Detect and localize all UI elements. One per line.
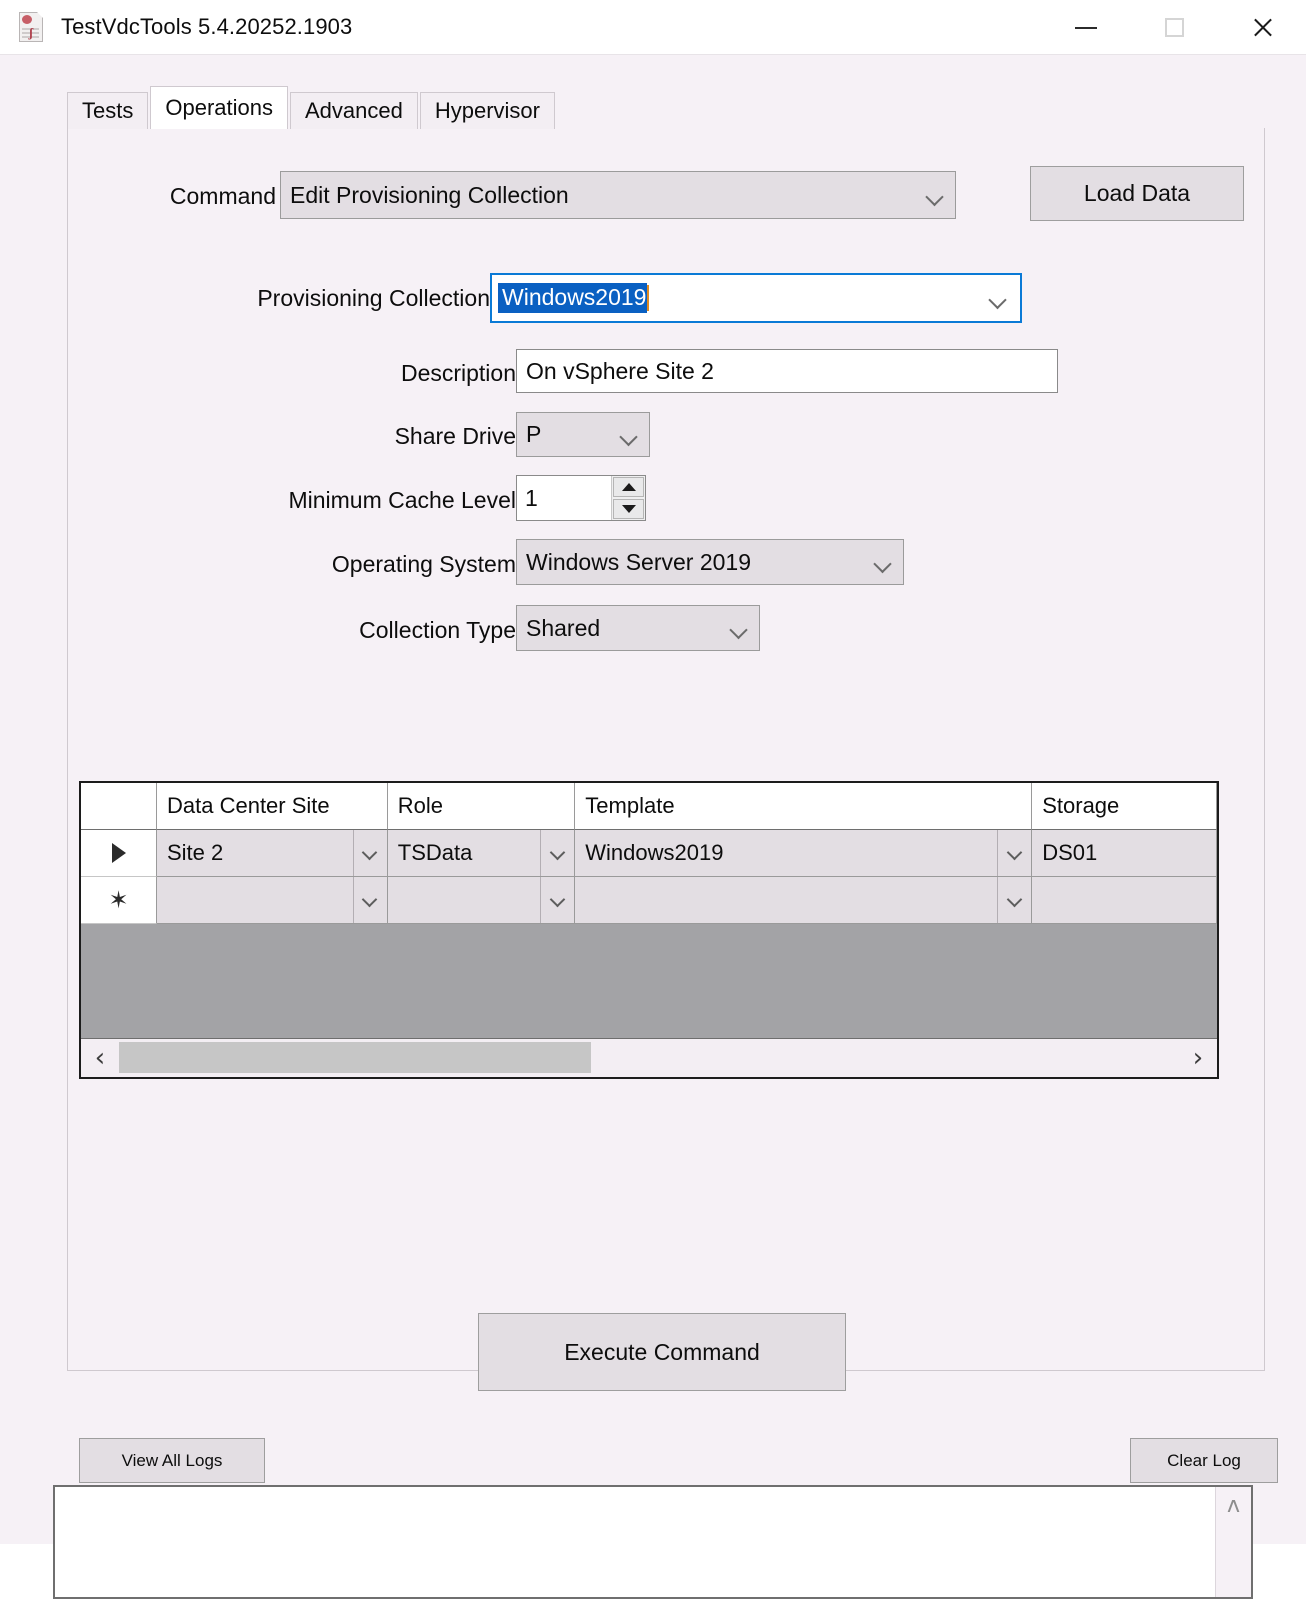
operating-system-value: Windows Server 2019 — [526, 548, 751, 575]
chevron-down-icon — [621, 430, 637, 439]
clear-log-button[interactable]: Clear Log — [1130, 1438, 1278, 1483]
table-row[interactable]: Site 2 TSData Windows2019 DS01 — [81, 830, 1217, 877]
description-input[interactable]: On vSphere Site 2 — [516, 349, 1058, 393]
table-row[interactable]: ✶ — [81, 877, 1217, 924]
grid-cell-template[interactable]: Windows2019 — [575, 830, 1033, 877]
command-label: Command — [169, 183, 276, 209]
chevron-down-icon — [363, 849, 377, 857]
scrollbar-track[interactable] — [119, 1039, 1179, 1077]
provisioning-collection-label: Provisioning Collection — [257, 285, 490, 311]
stepper-up-button[interactable] — [613, 477, 644, 497]
triangle-down-icon — [621, 505, 636, 513]
tab-strip: Tests Operations Advanced Hypervisor — [67, 86, 1265, 129]
scroll-right-button[interactable]: › — [1179, 1039, 1217, 1077]
chevron-down-icon — [551, 849, 565, 857]
tab-advanced[interactable]: Advanced — [289, 92, 418, 129]
scroll-left-button[interactable]: ‹ — [81, 1039, 119, 1077]
chevron-down-icon — [1008, 896, 1022, 904]
tab-tests[interactable]: Tests — [67, 92, 149, 129]
log-output-textarea[interactable]: ʌ — [53, 1485, 1253, 1599]
share-drive-label: Share Drive — [394, 423, 516, 449]
description-label: Description — [400, 360, 516, 386]
grid-column-header-template[interactable]: Template — [575, 783, 1033, 830]
share-drive-dropdown[interactable]: P — [516, 412, 650, 457]
chevron-down-icon — [731, 624, 747, 633]
minimize-button[interactable] — [1042, 0, 1130, 55]
grid-column-header-storage[interactable]: Storage — [1032, 783, 1217, 830]
collection-type-dropdown[interactable]: Shared — [516, 605, 760, 651]
grid-cell-role[interactable]: TSData — [387, 830, 576, 877]
grid-cell-template[interactable] — [575, 877, 1033, 924]
window-title: TestVdcTools 5.4.20252.1903 — [61, 14, 353, 39]
grid-column-header-role[interactable]: Role — [387, 783, 576, 830]
cell-dropdown-button[interactable] — [540, 830, 574, 876]
grid-header-corner — [81, 783, 157, 830]
grid-cell-value: DS01 — [1042, 840, 1098, 865]
grid-cell-value: Site 2 — [167, 840, 224, 865]
provisioning-collection-dropdown[interactable]: Windows2019 — [490, 273, 1022, 323]
operations-tab-panel: Command Edit Provisioning Collection Loa… — [67, 128, 1265, 1391]
minimum-cache-level-stepper[interactable]: 1 — [516, 475, 646, 521]
view-all-logs-button[interactable]: View All Logs — [79, 1438, 265, 1483]
operating-system-label: Operating System — [331, 551, 516, 577]
minimize-icon — [1075, 26, 1097, 29]
cell-dropdown-button[interactable] — [997, 830, 1031, 876]
scrollbar-thumb[interactable] — [119, 1042, 591, 1073]
tab-operations[interactable]: Operations — [150, 86, 288, 129]
collection-type-value: Shared — [526, 614, 601, 641]
collection-type-label: Collection Type — [359, 617, 516, 643]
client-area: Tests Operations Advanced Hypervisor Com… — [0, 55, 1306, 1599]
grid-cell-data-center-site[interactable] — [157, 877, 388, 924]
grid-cell-storage[interactable] — [1032, 877, 1217, 924]
chevron-down-icon — [927, 191, 943, 200]
command-dropdown[interactable]: Edit Provisioning Collection — [280, 171, 956, 219]
share-drive-value: P — [526, 421, 542, 447]
stepper-down-button[interactable] — [613, 499, 644, 519]
asterisk-icon: ✶ — [108, 886, 129, 914]
chevron-down-icon — [551, 896, 565, 904]
stepper-buttons — [611, 476, 645, 520]
grid-cell-value: TSData — [397, 840, 473, 865]
description-value: On vSphere Site 2 — [526, 357, 714, 384]
triangle-right-icon — [111, 843, 126, 863]
grid-current-row-indicator — [81, 830, 157, 877]
chevron-down-icon — [990, 294, 1006, 303]
grid-horizontal-scrollbar[interactable]: ‹ › — [81, 1038, 1217, 1077]
cell-dropdown-button[interactable] — [540, 877, 574, 923]
cell-dropdown-button[interactable] — [997, 877, 1031, 923]
grid-cell-storage[interactable]: DS01 — [1032, 830, 1217, 877]
document-icon: ʃ — [19, 12, 45, 42]
window-controls — [1042, 0, 1306, 55]
minimum-cache-level-label: Minimum Cache Level — [288, 487, 516, 513]
text-caret — [647, 285, 650, 311]
close-icon — [1251, 16, 1274, 39]
chevron-down-icon — [363, 896, 377, 904]
log-output-content[interactable] — [55, 1487, 1215, 1597]
triangle-up-icon — [621, 483, 636, 491]
tab-hypervisor[interactable]: Hypervisor — [419, 92, 555, 129]
operating-system-dropdown[interactable]: Windows Server 2019 — [516, 539, 904, 585]
grid-header-row: Data Center Site Role Template Storage — [81, 783, 1217, 830]
minimum-cache-level-value: 1 — [525, 484, 538, 511]
load-data-button[interactable]: Load Data — [1030, 166, 1244, 221]
maximize-icon — [1164, 18, 1184, 37]
execute-command-button[interactable]: Execute Command — [478, 1313, 846, 1391]
cell-dropdown-button[interactable] — [352, 877, 387, 923]
chevron-down-icon — [1008, 849, 1022, 857]
grid-cell-value: Windows2019 — [585, 840, 724, 865]
provisioning-collection-value: Windows2019 — [498, 283, 648, 313]
grid-cell-role[interactable] — [387, 877, 576, 924]
maximize-button[interactable] — [1130, 0, 1218, 55]
chevron-down-icon — [875, 558, 891, 567]
scroll-up-button[interactable]: ʌ — [1216, 1487, 1251, 1523]
provisioning-data-grid[interactable]: Data Center Site Role Template Storage S… — [79, 781, 1219, 1079]
cell-dropdown-button[interactable] — [352, 830, 387, 876]
grid-new-row-indicator: ✶ — [81, 877, 157, 924]
log-vertical-scrollbar[interactable]: ʌ — [1215, 1487, 1251, 1597]
close-button[interactable] — [1218, 0, 1306, 55]
grid-cell-data-center-site[interactable]: Site 2 — [157, 830, 388, 877]
command-dropdown-value: Edit Provisioning Collection — [290, 181, 569, 208]
title-bar: ʃ TestVdcTools 5.4.20252.1903 — [0, 0, 1306, 55]
grid-column-header-data-center-site[interactable]: Data Center Site — [157, 783, 388, 830]
